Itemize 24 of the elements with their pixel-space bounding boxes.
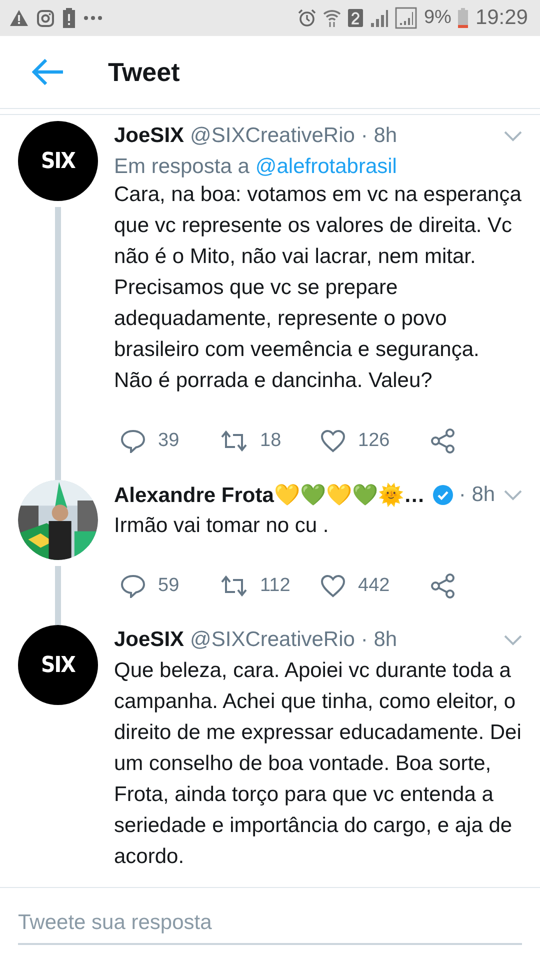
user-handle: @SIXCreativeRio [190, 124, 355, 148]
like-button[interactable]: 126 [320, 429, 430, 453]
reply-label: Em resposta a [114, 155, 250, 179]
user-name[interactable]: JoeSIX [114, 124, 184, 148]
retweet-button[interactable]: 112 [220, 575, 320, 597]
avatar-logo[interactable]: SIX [18, 625, 98, 705]
page-title: Tweet [108, 56, 180, 88]
like-button[interactable]: 442 [320, 574, 430, 598]
tweet-text: Que beleza, cara. Apoiei vc durante toda a campanha. Achei que tinha, como eleitor, o direito de me expressar educadamente. Dei um conselho de boa vontade. Boa sorte, Frota, ainda torço para que vc entenda a seriedade e importância do cargo, e aja de acordo. [114, 658, 522, 870]
tweet-text: Irmão vai tomar no cu . [114, 513, 330, 539]
user-handle: @SIXCreativeRio [190, 628, 355, 652]
mention-link[interactable]: @alefrotabrasil [255, 155, 397, 179]
user-name[interactable]: Alexandre Frota💛💚💛💚🌞… [114, 482, 425, 508]
tweet-time: · 8h [360, 124, 398, 148]
tweet-text: Cara, na boa: votamos em vc na esperança que vc represente os valores de direita. Vc não é o Mito, não vai lacrar, nem mitar. Precisamos que vc se prepare adequadamente, represente o povo brasileiro com veemência e segurança. Não é porrada e dancinha. Valeu? [114, 182, 522, 394]
avatar-logo[interactable]: SIX [18, 121, 98, 201]
user-name[interactable]: JoeSIX [114, 628, 184, 652]
retweet-button[interactable]: 18 [220, 430, 320, 452]
tweet-time: · 8h [360, 628, 398, 652]
reply-button[interactable]: 39 [120, 429, 220, 453]
clock: 19:29 [475, 6, 528, 30]
battery-percent: 9% [424, 7, 452, 29]
reply-button[interactable]: 59 [120, 574, 220, 598]
tweet-time: · 8h [458, 483, 496, 507]
